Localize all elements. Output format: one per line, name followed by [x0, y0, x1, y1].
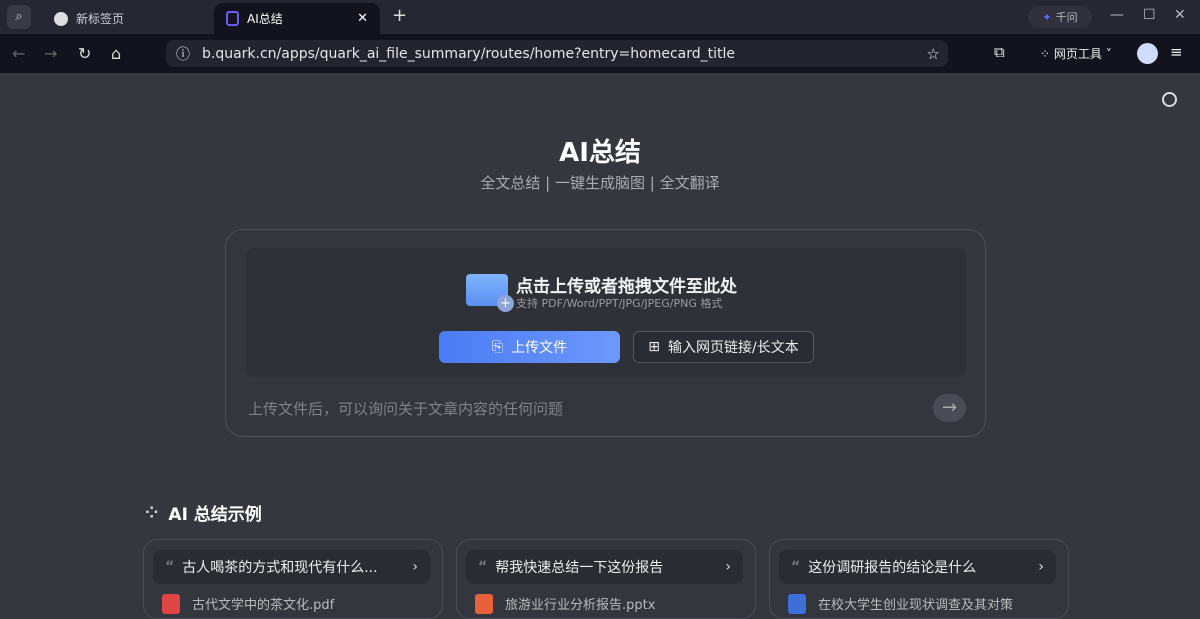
examples-heading: ⁘ AI 总结示例: [145, 503, 262, 525]
chevron-right-icon: ›: [725, 559, 731, 575]
extensions-icon[interactable]: ⧉: [994, 43, 1005, 61]
forward-button[interactable]: →: [44, 44, 57, 63]
maximize-button[interactable]: ☐: [1143, 7, 1156, 23]
folder-icon: +: [466, 274, 514, 312]
word-icon: [788, 594, 806, 614]
tab-new-tab[interactable]: 新标签页: [42, 3, 212, 34]
grid-icon: ⁘: [1040, 47, 1054, 61]
page-title: AI总结: [559, 138, 641, 168]
qianwen-icon: ✦: [1042, 10, 1052, 24]
quark-icon: [54, 11, 68, 26]
menu-icon[interactable]: ≡: [1170, 43, 1183, 61]
supported-formats: 支持 PDF/Word/PPT/JPG/JPEG/PNG 格式: [516, 297, 723, 310]
chevron-right-icon: ›: [1038, 559, 1044, 575]
avatar[interactable]: [1137, 43, 1158, 64]
question-input[interactable]: 上传文件后，可以询问关于文章内容的任何问题: [248, 398, 563, 419]
example-card[interactable]: “这份调研报告的结论是什么 › 在校大学生创业现状调查及其对策: [769, 539, 1069, 619]
example-card[interactable]: “帮我快速总结一下这份报告 › 旅游业行业分析报告.pptx: [456, 539, 756, 619]
minimize-button[interactable]: —: [1110, 7, 1124, 23]
new-tab-button[interactable]: +: [392, 5, 407, 26]
history-icon[interactable]: [1162, 92, 1177, 107]
qianwen-button[interactable]: ✦ 千问: [1028, 6, 1092, 28]
drop-title: 点击上传或者拖拽文件至此处: [516, 277, 737, 297]
info-icon[interactable]: ⓘ: [176, 44, 190, 64]
upload-card: + 点击上传或者拖拽文件至此处 支持 PDF/Word/PPT/JPG/JPEG…: [225, 229, 986, 437]
home-button[interactable]: ⌂: [111, 44, 121, 63]
input-link-button[interactable]: ⊞ 输入网页链接/长文本: [633, 331, 814, 363]
page-subtitle: 全文总结 | 一键生成脑图 | 全文翻译: [480, 174, 720, 192]
close-window-button[interactable]: ✕: [1174, 7, 1186, 23]
apps-sparkle-icon: ⁘: [145, 503, 159, 522]
send-arrow-icon[interactable]: →: [933, 394, 966, 422]
quote-icon: “: [165, 559, 175, 575]
upload-icon: ⎘: [491, 339, 504, 355]
add-doc-icon: ⊞: [648, 339, 660, 355]
ppt-icon: [475, 594, 493, 614]
drop-zone[interactable]: + 点击上传或者拖拽文件至此处 支持 PDF/Word/PPT/JPG/JPEG…: [246, 248, 966, 377]
tab-bar: ⌕ 新标签页 AI总结 ✕ + ✦ 千问 — ☐ ✕: [0, 0, 1200, 34]
upload-file-button[interactable]: ⎘ 上传文件: [439, 331, 620, 363]
web-tools-button[interactable]: ⁘ 网页工具 ˅: [1040, 45, 1112, 62]
tab-search-icon[interactable]: ⌕: [7, 5, 31, 29]
reload-button[interactable]: ↻: [78, 44, 91, 63]
ai-doc-icon: [226, 11, 239, 26]
chevron-right-icon: ›: [412, 559, 418, 575]
example-card[interactable]: “古人喝茶的方式和现代有什么... › 古代文学中的茶文化.pdf: [143, 539, 443, 619]
close-tab-icon[interactable]: ✕: [357, 11, 368, 26]
quote-icon: “: [791, 559, 801, 575]
bookmark-star-icon[interactable]: ☆: [927, 45, 940, 63]
tab-ai-summary[interactable]: AI总结 ✕: [214, 3, 380, 34]
toolbar: ← → ↻ ⌂ ⓘ b.quark.cn/apps/quark_ai_file_s…: [0, 34, 1200, 73]
pdf-icon: [162, 594, 180, 614]
address-bar[interactable]: ⓘ b.quark.cn/apps/quark_ai_file_summary/r…: [166, 40, 948, 67]
back-button[interactable]: ←: [12, 44, 25, 63]
quote-icon: “: [478, 559, 488, 575]
